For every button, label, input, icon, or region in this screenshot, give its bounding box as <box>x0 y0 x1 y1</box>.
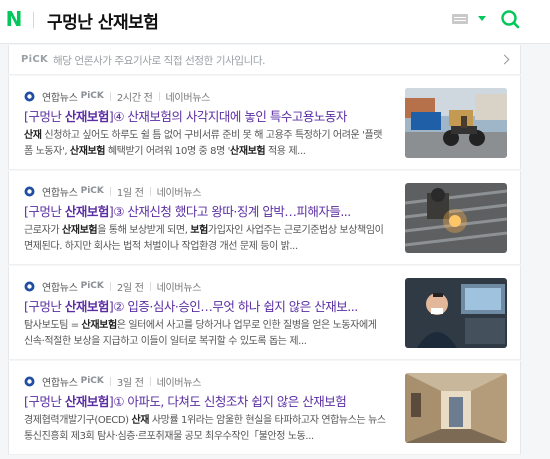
published-time: 2시간 전 <box>116 92 153 104</box>
meta-divider <box>149 186 151 196</box>
headline-prefix: [구멍난 <box>24 299 65 314</box>
news-meta: 연합뉴스 PiCK 2시간 전 네이버뉴스 <box>24 89 211 104</box>
headline-keyword: 산재보험 <box>64 204 110 219</box>
published-time: 2일 전 <box>116 282 144 294</box>
headline-prefix: [구멍난 <box>24 394 65 409</box>
news-headline[interactable]: [구멍난 산재보험]③ 산재신청 했다고 왕따·징계 압박…피해자들... <box>24 204 384 220</box>
meta-divider <box>149 376 151 386</box>
header-divider <box>33 12 34 28</box>
news-headline[interactable]: [구멍난 산재보험]② 입증·심사·승인…무엇 하나 쉽지 않은 산재보... <box>24 299 384 315</box>
press-logo-icon[interactable] <box>24 376 35 387</box>
naver-news-link[interactable]: 네이버뉴스 <box>166 89 211 104</box>
news-snippet: 탐사보도팀 = 산재보험은 일터에서 사고를 당하거나 업무로 인한 질병을 얻… <box>24 320 377 347</box>
naver-news-link[interactable]: 네이버뉴스 <box>157 374 202 389</box>
press-logo-icon[interactable] <box>24 281 35 292</box>
pick-badge: PiCK <box>80 281 104 291</box>
headline-prefix: [구멍난 <box>24 204 65 219</box>
news-headline[interactable]: [구멍난 산재보험]① 아파도, 다쳐도 신청조차 쉽지 않은 산재보험 <box>24 394 384 410</box>
headline-rest: ]① 아파도, 다쳐도 신청조차 쉽지 않은 산재보험 <box>108 394 347 409</box>
meta-divider <box>109 376 111 386</box>
news-meta: 연합뉴스 PiCK 1일 전 네이버뉴스 <box>24 184 202 199</box>
headline-rest: ]④ 산재보험의 사각지대에 놓인 특수고용노동자 <box>108 109 347 124</box>
press-logo-icon[interactable] <box>24 186 35 197</box>
meta-divider <box>109 186 111 196</box>
headline-rest: ]② 입증·심사·승인…무엇 하나 쉽지 않은 산재보... <box>108 299 358 314</box>
naver-logo-icon[interactable]: N <box>4 7 24 31</box>
news-item[interactable]: 연합뉴스 PiCK 2시간 전 네이버뉴스 [구멍난 산재보험]④ 산재보험의 사각지대… <box>8 76 521 170</box>
pick-notice-text: 해당 언론사가 주요기사로 직접 선정한 기사입니다. <box>53 55 266 67</box>
chevron-right-icon <box>499 54 510 65</box>
headline-prefix: [구멍난 <box>24 109 65 124</box>
dropdown-arrow-icon[interactable] <box>478 16 486 21</box>
press-name[interactable]: 연합뉴스 <box>42 89 78 104</box>
pick-badge: PiCK <box>80 91 104 101</box>
news-headline[interactable]: [구멍난 산재보험]④ 산재보험의 사각지대에 놓인 특수고용노동자 <box>24 109 384 125</box>
news-thumbnail[interactable] <box>405 373 507 443</box>
news-meta: 연합뉴스 PiCK 3일 전 네이버뉴스 <box>24 374 202 389</box>
news-thumbnail[interactable] <box>405 183 507 253</box>
pick-badge: PiCK <box>80 186 104 196</box>
news-meta: 연합뉴스 PiCK 2일 전 네이버뉴스 <box>24 279 202 294</box>
meta-divider <box>109 281 111 291</box>
meta-divider <box>149 281 151 291</box>
news-item[interactable]: 연합뉴스 PiCK 1일 전 네이버뉴스 [구멍난 산재보험]③ 산재신청 했다고 왕따… <box>8 171 521 265</box>
naver-news-link[interactable]: 네이버뉴스 <box>157 184 202 199</box>
published-time: 3일 전 <box>116 377 144 389</box>
pick-notice[interactable]: PiCK 해당 언론사가 주요기사로 직접 선정한 기사입니다. <box>8 45 521 75</box>
pick-badge: PiCK <box>21 54 49 65</box>
headline-keyword: 산재보험 <box>64 109 110 124</box>
news-thumbnail[interactable] <box>405 88 507 158</box>
published-time: 1일 전 <box>116 187 144 199</box>
news-thumbnail[interactable] <box>405 278 507 348</box>
page-title: 구멍난 산재보험 <box>47 13 159 33</box>
news-snippet: 경제협력개발기구(OECD) 산재 사망률 1위라는 암울한 현실을 타파하고자… <box>24 415 386 442</box>
naver-news-link[interactable]: 네이버뉴스 <box>157 279 202 294</box>
news-snippet: 근로자가 산재보험을 통해 보상받게 되면, 보험가입자인 사업주는 근로기준법… <box>24 225 384 252</box>
press-logo-icon[interactable] <box>24 91 35 102</box>
headline-rest: ]③ 산재신청 했다고 왕따·징계 압박…피해자들... <box>108 204 351 219</box>
press-name[interactable]: 연합뉴스 <box>42 184 78 199</box>
headline-keyword: 산재보험 <box>64 299 110 314</box>
press-name[interactable]: 연합뉴스 <box>42 279 78 294</box>
news-snippet: 산재 신청하고 싶어도 하루도 쉴 틈 없어 구비서류 준비 못 해 고용주 특… <box>24 130 383 157</box>
keyboard-icon[interactable] <box>452 14 468 24</box>
top-bar: N 구멍난 산재보험 <box>0 0 550 44</box>
meta-divider <box>109 91 111 101</box>
headline-keyword: 산재보험 <box>64 394 110 409</box>
pick-badge: PiCK <box>80 376 104 386</box>
news-item[interactable]: 연합뉴스 PiCK 2일 전 네이버뉴스 [구멍난 산재보험]② 입증·심사·승인…무엇… <box>8 266 521 360</box>
meta-divider <box>158 91 160 101</box>
news-item[interactable]: 연합뉴스 PiCK 3일 전 네이버뉴스 [구멍난 산재보험]① 아파도, 다쳐도 신청… <box>8 361 521 455</box>
search-icon[interactable] <box>500 9 520 29</box>
press-name[interactable]: 연합뉴스 <box>42 374 78 389</box>
